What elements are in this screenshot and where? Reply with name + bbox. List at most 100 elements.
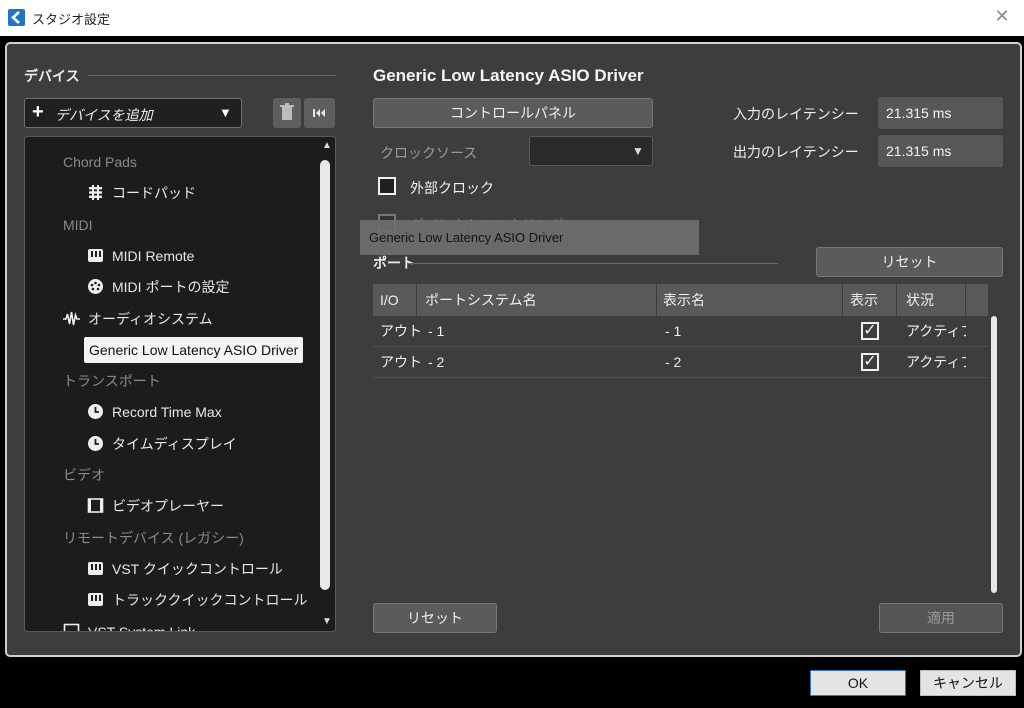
tree-item[interactable]: Record Time Max [87, 399, 222, 425]
tree-item-label: コードパッド [112, 185, 196, 201]
tree-item[interactable]: コードパッド [87, 180, 196, 206]
clock-icon [87, 402, 104, 419]
close-icon[interactable]: ✕ [992, 6, 1012, 26]
control-panel-button[interactable]: コントロールパネル [373, 98, 653, 128]
skip-back-icon [313, 109, 325, 117]
window-titlebar: スタジオ設定 ✕ [0, 0, 1024, 36]
tree-item-label: オーディオシステム [88, 311, 213, 327]
system-name-cell: - 2 [428, 354, 445, 370]
scroll-down-icon[interactable]: ▼ [322, 616, 332, 627]
section-divider [88, 75, 336, 76]
tree-item-selected[interactable]: Generic Low Latency ASIO Driver [84, 337, 304, 363]
output-latency-value: 21.315 ms [878, 135, 1003, 167]
tree-item-label: Chord Pads [63, 154, 137, 170]
visible-checkbox[interactable]: ✓ [861, 322, 879, 340]
tree-item-label: Generic Low Latency ASIO Driver [89, 342, 299, 358]
column-divider [656, 284, 657, 316]
input-latency-value: 21.315 ms [878, 97, 1003, 129]
tree-item-label: ビデオ [63, 467, 105, 483]
tree-item-label: MIDI [63, 217, 93, 233]
ports-reset-button[interactable]: リセット [816, 247, 1003, 277]
reset-button[interactable]: リセット [373, 603, 497, 633]
midi-keyboard-icon [87, 246, 104, 263]
tree-item[interactable]: VST クイックコントロール [87, 556, 283, 582]
video-player-icon [87, 496, 104, 513]
ports-table: I/O ポートシステム名 表示名 表示 状況 アウト- 1- 1アクティブ✓アウ… [373, 284, 988, 594]
tree-item[interactable]: タイムディスプレイ [87, 431, 237, 457]
tree-category: Chord Pads [63, 149, 137, 175]
tree-item-label: VST クイックコントロール [112, 561, 283, 577]
column-divider [416, 284, 417, 316]
output-latency-label: 出力のレイテンシー [733, 144, 859, 160]
column-header[interactable]: ポートシステム名 [425, 284, 537, 316]
tree-item-label: トラッククイックコントロール [112, 592, 308, 608]
tree-item-label: リモートデバイス (レガシー) [63, 530, 244, 546]
driver-title: Generic Low Latency ASIO Driver [373, 66, 644, 85]
device-tree[interactable]: Chord Pads コードパッド MIDI MIDI Remote MIDI ポートの… [24, 136, 336, 632]
display-name-cell: - 1 [665, 323, 682, 339]
tooltip: Generic Low Latency ASIO Driver [360, 220, 699, 255]
tree-item-label: VST System Link [88, 624, 196, 632]
midi-port-icon [87, 277, 104, 294]
chevron-down-icon: ▼ [632, 144, 644, 158]
window-title: スタジオ設定 [32, 12, 111, 27]
clock-icon [87, 434, 104, 451]
checkbox-icon [63, 622, 80, 631]
tree-item-label: タイムディスプレイ [112, 436, 237, 452]
clock-source-label: クロックソース [380, 145, 478, 161]
io-cell: アウト [380, 323, 420, 339]
column-header[interactable]: I/O [380, 284, 399, 316]
tree-category: ビデオ [63, 462, 105, 488]
delete-device-button[interactable] [273, 98, 301, 128]
tree-item-label: Record Time Max [112, 404, 222, 420]
tree-item-label: ビデオプレーヤー [112, 498, 224, 514]
tree-item-label: MIDI ポートの設定 [112, 279, 230, 295]
midi-keyboard-icon [87, 590, 104, 607]
column-divider [842, 284, 843, 316]
column-header[interactable]: 表示名 [663, 284, 705, 316]
scroll-up-icon[interactable]: ▲ [322, 140, 332, 151]
devices-section-title: デバイス [24, 68, 80, 84]
external-clock-label: 外部クロック [410, 180, 494, 196]
status-cell: アクティブ [906, 323, 966, 339]
ok-button[interactable]: OK [810, 670, 906, 696]
app-logo-icon [8, 9, 25, 26]
table-row[interactable]: アウト - 1 - 1 アクティブ ✓ [373, 316, 988, 347]
column-divider [965, 284, 966, 316]
table-header: I/O ポートシステム名 表示名 表示 状況 [373, 284, 988, 316]
trash-icon [280, 103, 294, 120]
reset-device-button[interactable] [304, 98, 335, 128]
apply-button[interactable]: 適用 [879, 603, 1003, 633]
plus-icon: + [32, 101, 44, 123]
clock-source-select[interactable]: ▼ [529, 136, 653, 166]
column-header[interactable]: 表示 [850, 284, 878, 316]
chevron-down-icon: ▼ [219, 105, 232, 120]
column-header[interactable]: 状況 [906, 284, 934, 316]
tree-item[interactable]: ビデオプレーヤー [87, 493, 224, 519]
add-device-label: デバイスを追加 [55, 107, 153, 123]
chord-pads-icon [87, 183, 104, 200]
add-device-dropdown[interactable]: + デバイスを追加 ▼ [24, 98, 242, 128]
cancel-button[interactable]: キャンセル [920, 670, 1016, 696]
display-name-cell: - 2 [665, 354, 682, 370]
table-scrollbar[interactable] [991, 316, 997, 593]
tree-item[interactable]: オーディオシステム [63, 306, 213, 332]
tree-item-label: MIDI Remote [112, 248, 195, 264]
tree-category: トランスポート [63, 368, 161, 394]
tree-category: MIDI [63, 212, 93, 238]
tree-scroll-thumb[interactable] [320, 160, 330, 590]
input-latency-label: 入力のレイテンシー [733, 106, 859, 122]
table-row[interactable]: アウト - 2 - 2 アクティブ ✓ [373, 347, 988, 378]
tree-item[interactable]: VST System Link [63, 619, 196, 632]
tree-item[interactable]: トラッククイックコントロール [87, 587, 307, 613]
tree-item-label: トランスポート [63, 373, 161, 389]
tree-item[interactable]: MIDI Remote [87, 243, 194, 269]
external-clock-checkbox[interactable] [378, 177, 396, 195]
column-divider [896, 284, 897, 316]
io-cell: アウト [380, 354, 420, 370]
tree-category: リモートデバイス (レガシー) [63, 525, 244, 551]
section-divider [408, 263, 778, 264]
visible-checkbox[interactable]: ✓ [861, 353, 879, 371]
status-cell: アクティブ [906, 354, 966, 370]
tree-item[interactable]: MIDI ポートの設定 [87, 274, 229, 300]
